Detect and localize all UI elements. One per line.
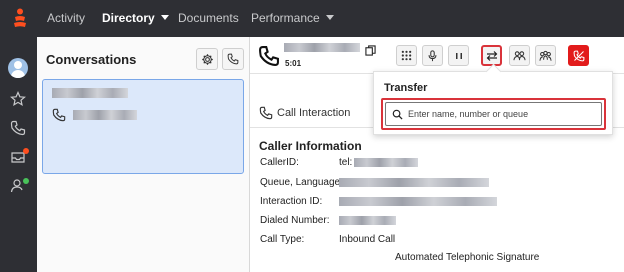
hangup-phone-icon	[573, 50, 584, 61]
end-call-button[interactable]	[568, 45, 589, 66]
top-nav-bar: Activity Directory Documents Performance	[0, 0, 624, 37]
interaction-id-label: Interaction ID:	[260, 196, 323, 207]
star-icon	[10, 91, 26, 107]
nav-performance-label: Performance	[251, 11, 320, 25]
gear-icon	[201, 53, 213, 65]
inbox-notification-dot	[23, 148, 29, 154]
redacted-dialed-number	[339, 216, 396, 225]
pause-icon	[455, 52, 462, 59]
chevron-down-icon	[160, 15, 169, 20]
avatar[interactable]	[8, 58, 28, 78]
calls-button[interactable]	[7, 117, 29, 139]
tab-call-interaction[interactable]: Call Interaction	[277, 107, 350, 119]
conference-button[interactable]	[535, 45, 556, 66]
conference-users-icon	[539, 50, 552, 61]
dialed-number-label: Dialed Number:	[260, 215, 330, 226]
active-call-phone-icon	[259, 46, 279, 66]
call-timer: 5:01	[285, 59, 302, 68]
conversation-card[interactable]	[42, 79, 244, 174]
caller-id-value: tel:	[339, 157, 353, 168]
dialpad-button[interactable]	[396, 45, 417, 66]
chevron-down-icon	[325, 15, 334, 20]
redacted-interaction-id	[339, 197, 497, 206]
microphone-icon	[428, 49, 437, 61]
caller-info-title: Caller Information	[259, 139, 362, 153]
search-icon	[392, 109, 403, 120]
nav-directory[interactable]: Directory	[102, 11, 169, 25]
avatar-head	[14, 61, 22, 69]
nav-directory-label: Directory	[102, 11, 155, 25]
redacted-contact-name	[52, 88, 128, 98]
nav-performance[interactable]: Performance	[251, 11, 334, 25]
phone-icon	[259, 106, 273, 120]
hold-button[interactable]	[448, 45, 469, 66]
redacted-contact-number	[73, 110, 137, 120]
phone-icon	[227, 53, 239, 65]
call-type-label: Call Type:	[260, 234, 305, 245]
dialpad-icon	[401, 50, 412, 61]
new-call-button[interactable]	[222, 48, 244, 70]
copy-icon[interactable]	[365, 45, 376, 56]
queue-language-label: Queue, Language:	[260, 177, 343, 188]
mute-button[interactable]	[422, 45, 443, 66]
transfer-search-input[interactable]	[408, 107, 598, 121]
settings-button[interactable]	[196, 48, 218, 70]
transfer-button[interactable]	[481, 45, 502, 66]
redacted-caller-id	[354, 158, 418, 167]
transfer-title: Transfer	[384, 82, 428, 94]
phone-icon	[52, 108, 66, 122]
consult-button[interactable]	[509, 45, 530, 66]
left-rail	[0, 37, 37, 272]
transfer-arrows-icon	[486, 50, 497, 61]
transfer-popover: Transfer	[373, 71, 613, 135]
call-toolbar: 5:01	[250, 37, 624, 74]
redacted-queue-language	[339, 178, 489, 187]
redacted-caller-number	[284, 43, 360, 52]
consult-users-icon	[513, 50, 526, 60]
avatar-body	[11, 70, 25, 78]
conversations-panel: Conversations	[37, 37, 250, 272]
caller-id-label: CallerID:	[260, 157, 299, 168]
transfer-search-box	[385, 102, 602, 126]
genesys-logo-icon	[14, 8, 26, 27]
nav-activity[interactable]: Activity	[47, 11, 85, 25]
call-type-value: Inbound Call	[339, 234, 396, 245]
conversations-title: Conversations	[46, 52, 137, 67]
favorites-button[interactable]	[7, 88, 29, 110]
online-status-dot	[23, 178, 29, 184]
transfer-search-highlight	[381, 98, 606, 130]
nav-documents[interactable]: Documents	[178, 11, 239, 25]
phone-icon	[10, 120, 26, 136]
signature-text: Automated Telephonic Signature	[395, 252, 540, 263]
